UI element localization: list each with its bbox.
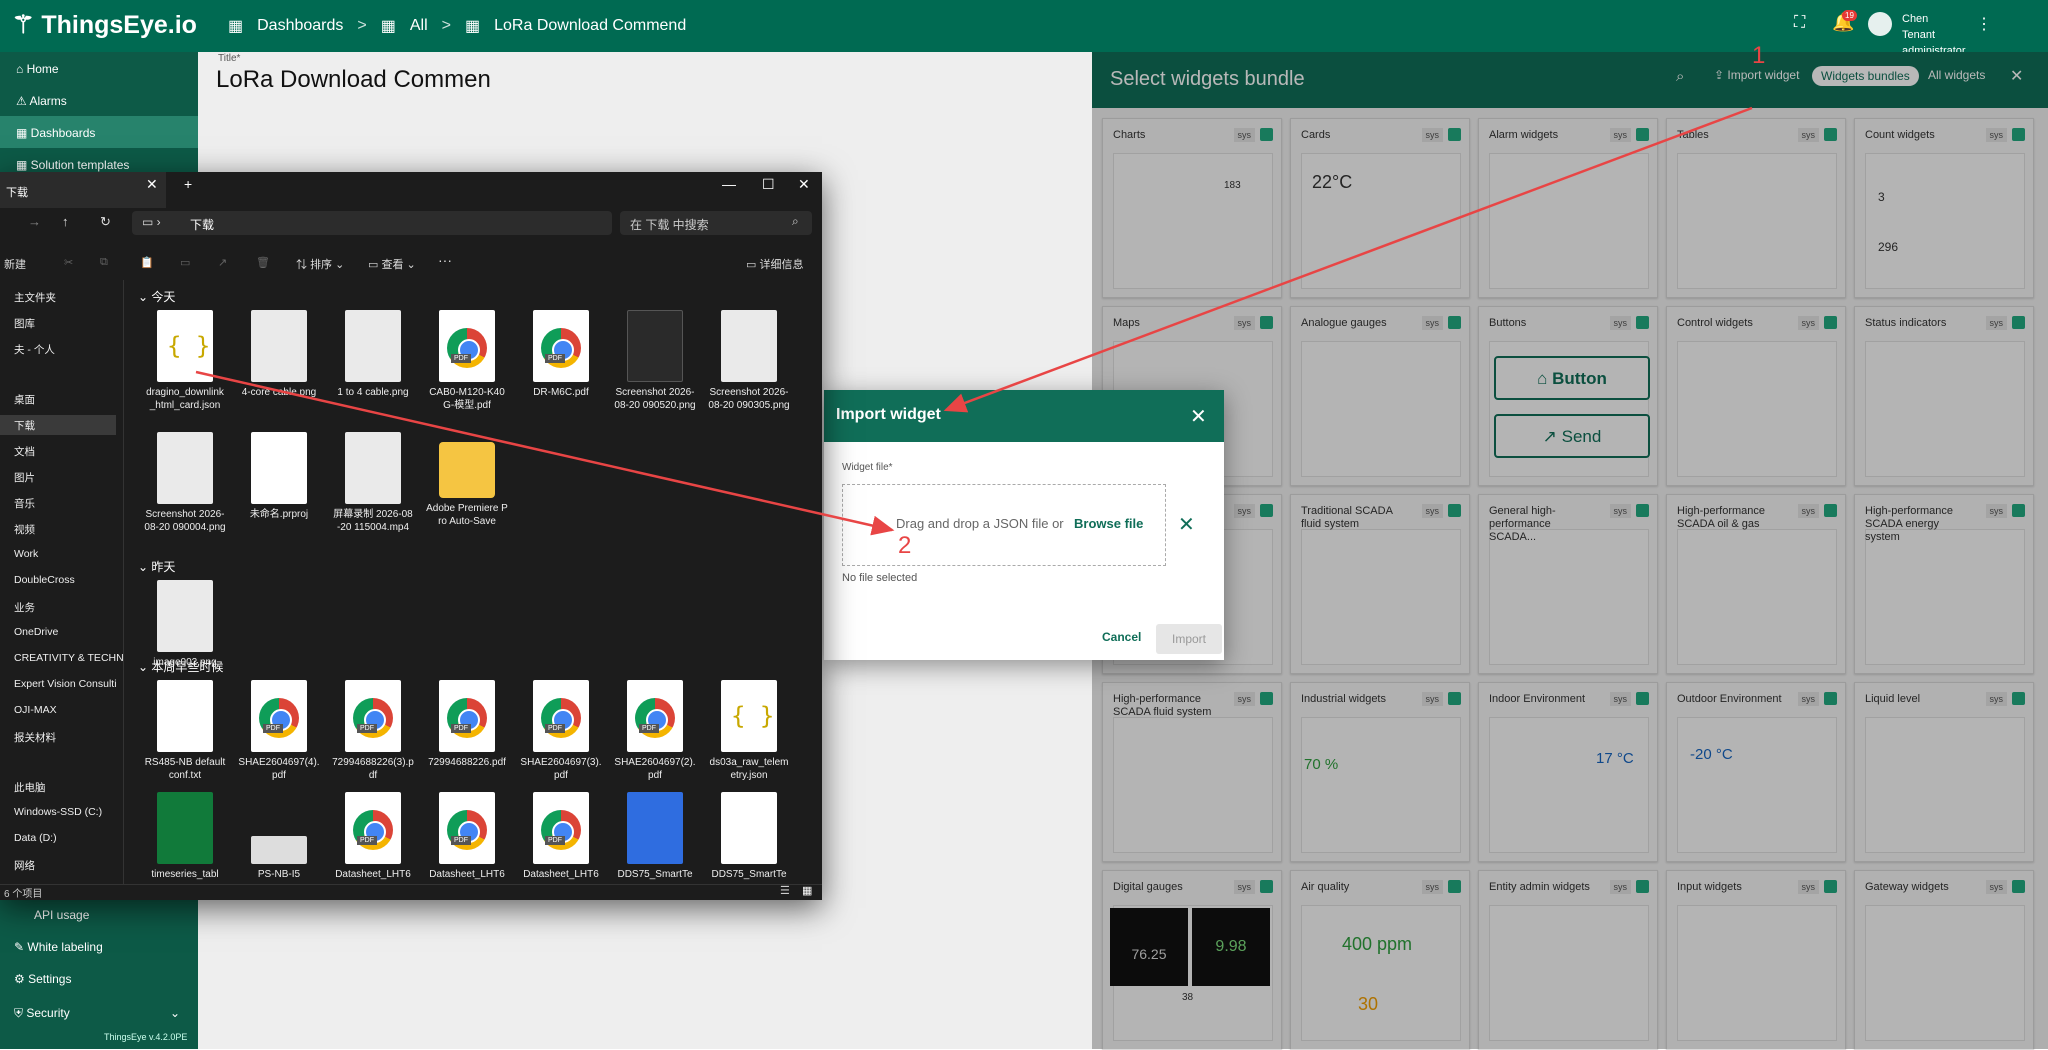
annotation-two: 2 (898, 532, 912, 559)
arrow-to-dropzone (195, 370, 895, 536)
annotation-one: 1 (1752, 42, 1766, 69)
annotation-arrows (195, 106, 1753, 536)
arrow-to-dialog (943, 106, 1753, 413)
